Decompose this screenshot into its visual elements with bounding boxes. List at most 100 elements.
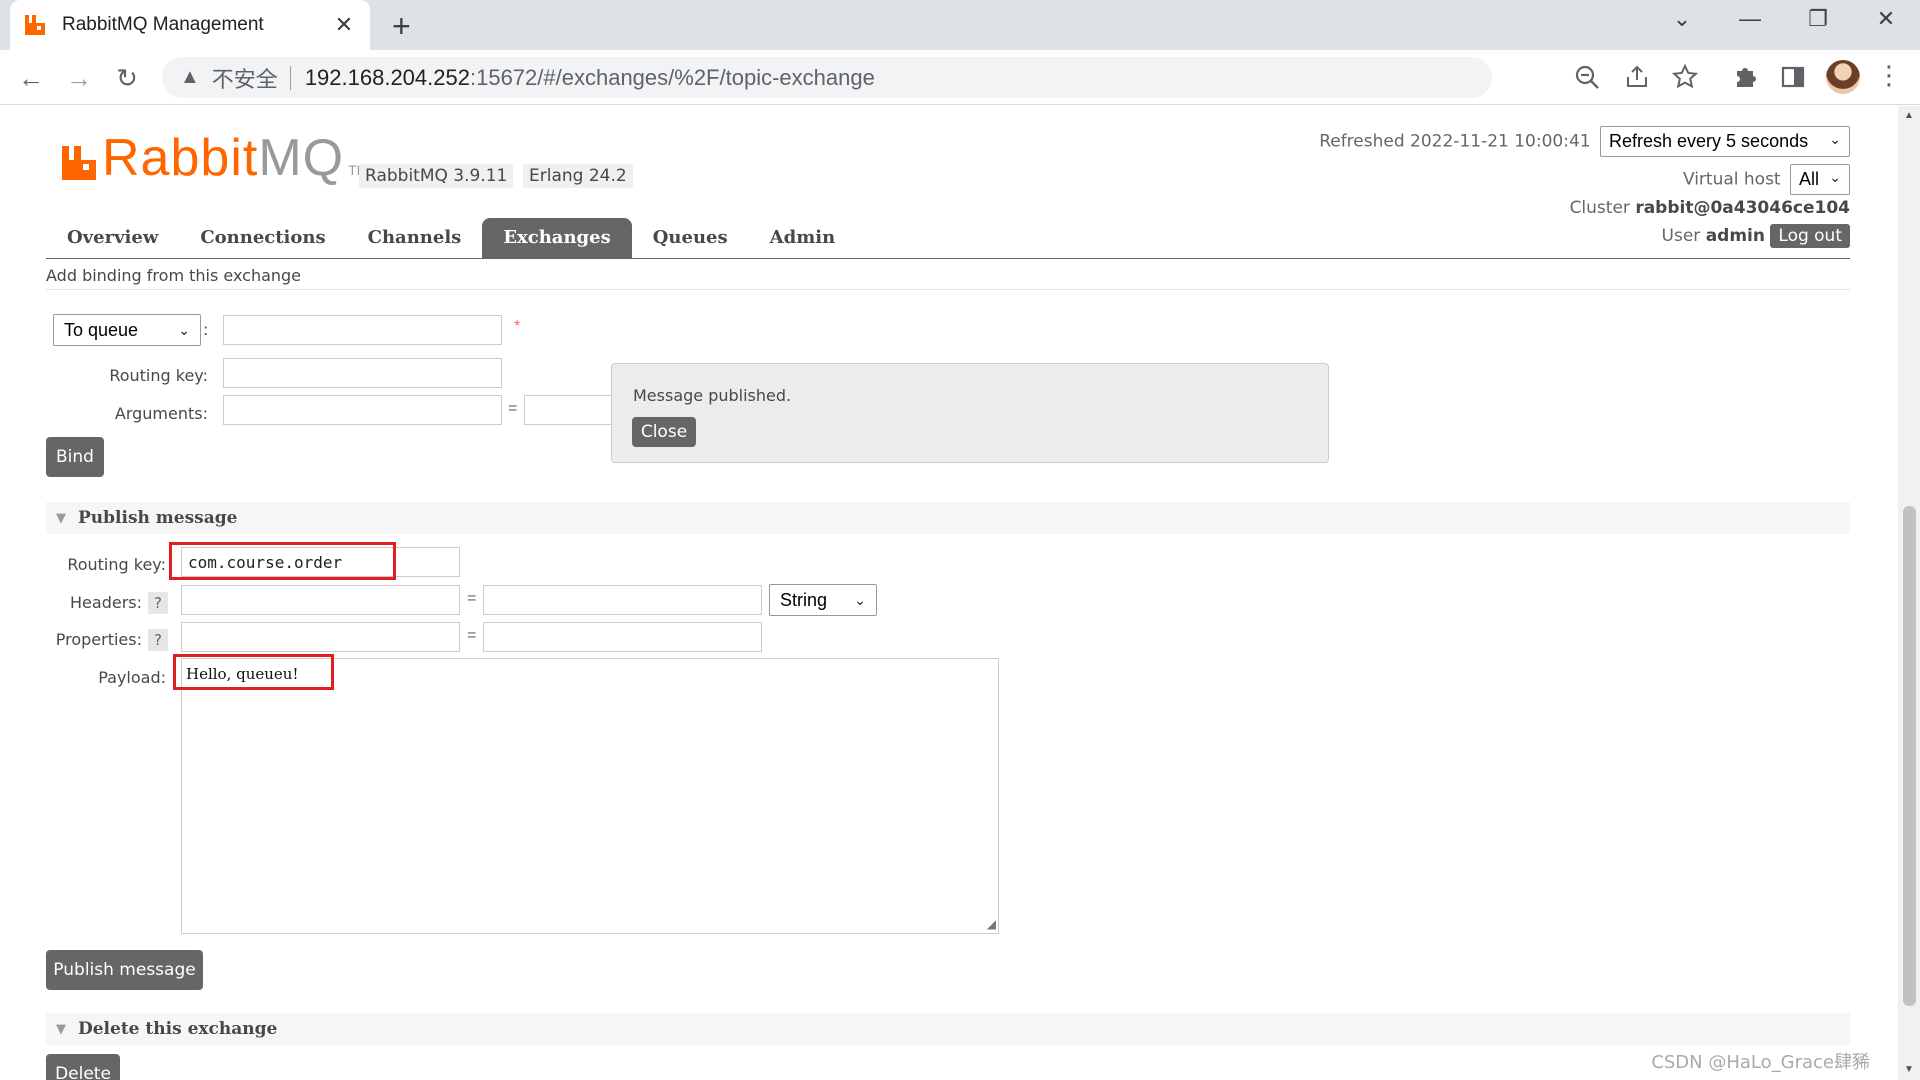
warning-icon: ▲ xyxy=(180,66,200,88)
profile-avatar[interactable] xyxy=(1826,60,1860,94)
rabbitmq-favicon-icon xyxy=(25,15,45,35)
publish-section-title: Publish message xyxy=(78,508,238,528)
vhost-select[interactable]: All ⌄ xyxy=(1790,164,1850,195)
binding-argument-value-input[interactable] xyxy=(524,395,614,425)
extensions-icon[interactable] xyxy=(1730,63,1760,91)
tab-close-icon[interactable]: ✕ xyxy=(332,12,356,38)
refreshed-timestamp: Refreshed 2022-11-21 10:00:41 xyxy=(1319,131,1591,152)
cluster-label: Cluster xyxy=(1569,198,1630,218)
publish-message-button[interactable]: Publish message xyxy=(46,950,203,990)
rabbitmq-page: RabbitMQ TM RabbitMQ 3.9.11 Erlang 24.2 … xyxy=(0,106,1898,1080)
collapse-triangle-icon: ▼ xyxy=(56,1021,66,1037)
publish-routing-key-label: Routing key: xyxy=(67,555,166,574)
headers-help-icon[interactable]: ? xyxy=(148,592,168,614)
share-icon[interactable] xyxy=(1622,63,1652,91)
main-nav: Overview Connections Channels Exchanges … xyxy=(46,218,856,258)
url-path: :15672/#/exchanges/%2F/topic-exchange xyxy=(469,64,875,90)
csdn-watermark: CSDN @HaLo_Grace肆豨 xyxy=(1651,1052,1870,1073)
forward-icon[interactable]: → xyxy=(62,61,96,95)
erlang-version: Erlang 24.2 xyxy=(523,164,633,188)
destination-type-select[interactable]: To queue ⌄ xyxy=(53,314,201,346)
vhost-label: Virtual host xyxy=(1682,169,1781,190)
equals-sign: = xyxy=(467,590,477,607)
properties-label: Properties: xyxy=(55,630,142,649)
collapse-triangle-icon: ▼ xyxy=(56,510,66,526)
user-label: User xyxy=(1661,226,1701,246)
property-value-input[interactable] xyxy=(483,622,762,652)
equals-sign: = xyxy=(467,627,477,644)
user-row: User admin Log out xyxy=(1662,224,1850,248)
restore-icon[interactable]: ❐ xyxy=(1788,6,1848,32)
sidepanel-icon[interactable] xyxy=(1778,63,1808,91)
refresh-row: Refreshed 2022-11-21 10:00:41 Refresh ev… xyxy=(1319,126,1850,157)
chevron-down-icon: ⌄ xyxy=(1829,169,1841,185)
destination-colon: : xyxy=(203,320,209,339)
headers-label: Headers: xyxy=(70,593,142,612)
browser-tab-strip: RabbitMQ Management ✕ + ⌄ — ❐ ✕ xyxy=(0,0,1920,50)
url-host: 192.168.204.252 xyxy=(304,64,470,90)
tab-search-icon[interactable]: ⌄ xyxy=(1652,6,1712,32)
payload-textarea[interactable]: Hello, queueu! ◢ xyxy=(181,658,999,934)
properties-help-icon[interactable]: ? xyxy=(148,629,168,651)
zoom-icon[interactable] xyxy=(1572,63,1602,91)
menu-icon[interactable]: ⋮ xyxy=(1874,60,1904,91)
refresh-interval-select[interactable]: Refresh every 5 seconds ⌄ xyxy=(1600,126,1850,157)
payload-label: Payload: xyxy=(98,668,166,687)
binding-routing-key-input[interactable] xyxy=(223,358,502,388)
security-label: 不安全 xyxy=(211,66,278,92)
rabbitmq-logo-icon xyxy=(62,146,96,180)
delete-exchange-button[interactable]: Delete xyxy=(46,1054,120,1080)
tab-exchanges[interactable]: Exchanges xyxy=(482,218,632,258)
vhost-row: Virtual host All ⌄ xyxy=(1683,164,1850,195)
chevron-down-icon: ⌄ xyxy=(1829,131,1841,147)
header-key-input[interactable] xyxy=(181,585,460,615)
back-icon[interactable]: ← xyxy=(14,61,48,95)
routing-key-highlight xyxy=(169,542,396,580)
star-icon[interactable] xyxy=(1670,63,1700,91)
header-value-input[interactable] xyxy=(483,585,762,615)
chevron-down-icon: ⌄ xyxy=(178,321,190,338)
browser-tab[interactable]: RabbitMQ Management ✕ xyxy=(10,0,370,50)
binding-argument-key-input[interactable] xyxy=(223,395,502,425)
delete-exchange-section-header[interactable]: ▼ Delete this exchange xyxy=(46,1013,1850,1045)
cluster-row: Cluster rabbit@0a43046ce104 xyxy=(1570,198,1850,218)
chevron-down-icon: ⌄ xyxy=(854,591,866,608)
tab-queues[interactable]: Queues xyxy=(632,218,749,258)
property-key-input[interactable] xyxy=(181,622,460,652)
payload-highlight xyxy=(173,654,334,690)
destination-name-input[interactable] xyxy=(223,315,502,345)
window-close-icon[interactable]: ✕ xyxy=(1856,6,1916,32)
message-published-popup: Message published. Close xyxy=(611,363,1329,463)
scroll-down-icon[interactable]: ▼ xyxy=(1903,1064,1915,1075)
tab-overview[interactable]: Overview xyxy=(46,218,179,258)
minimize-icon[interactable]: — xyxy=(1720,6,1780,32)
delete-section-title: Delete this exchange xyxy=(78,1019,278,1039)
cluster-name: rabbit@0a43046ce104 xyxy=(1635,198,1850,218)
popup-message: Message published. xyxy=(633,386,792,405)
tab-admin[interactable]: Admin xyxy=(749,218,857,258)
tab-channels[interactable]: Channels xyxy=(347,218,483,258)
address-bar[interactable]: ▲ 不安全 192.168.204.252 :15672/#/exchanges… xyxy=(162,57,1492,98)
required-mark: * xyxy=(514,318,521,335)
popup-close-button[interactable]: Close xyxy=(632,417,696,447)
publish-message-section-header[interactable]: ▼ Publish message xyxy=(46,502,1850,534)
logo-text: RabbitMQ xyxy=(102,129,345,187)
logout-button[interactable]: Log out xyxy=(1770,224,1850,248)
binding-routing-key-label: Routing key: xyxy=(109,366,208,385)
scroll-thumb[interactable] xyxy=(1903,506,1916,1006)
tab-connections[interactable]: Connections xyxy=(179,218,346,258)
bind-button[interactable]: Bind xyxy=(46,437,104,477)
reload-icon[interactable]: ↻ xyxy=(110,61,144,95)
rabbitmq-logo: RabbitMQ TM xyxy=(60,129,368,187)
resize-grip-icon[interactable]: ◢ xyxy=(987,917,996,931)
new-tab-button[interactable]: + xyxy=(392,8,411,45)
binding-arguments-label: Arguments: xyxy=(114,404,208,423)
header-type-select[interactable]: String ⌄ xyxy=(769,584,877,616)
browser-toolbar: ← → ↻ ▲ 不安全 192.168.204.252 :15672/#/exc… xyxy=(0,50,1920,105)
scroll-up-icon[interactable]: ▲ xyxy=(1903,110,1915,121)
page-scrollbar[interactable]: ▲ ▼ xyxy=(1898,106,1920,1080)
section-divider xyxy=(46,289,1850,290)
user-name: admin xyxy=(1705,226,1765,246)
equals-sign: = xyxy=(508,400,518,417)
tab-title: RabbitMQ Management xyxy=(62,14,264,35)
